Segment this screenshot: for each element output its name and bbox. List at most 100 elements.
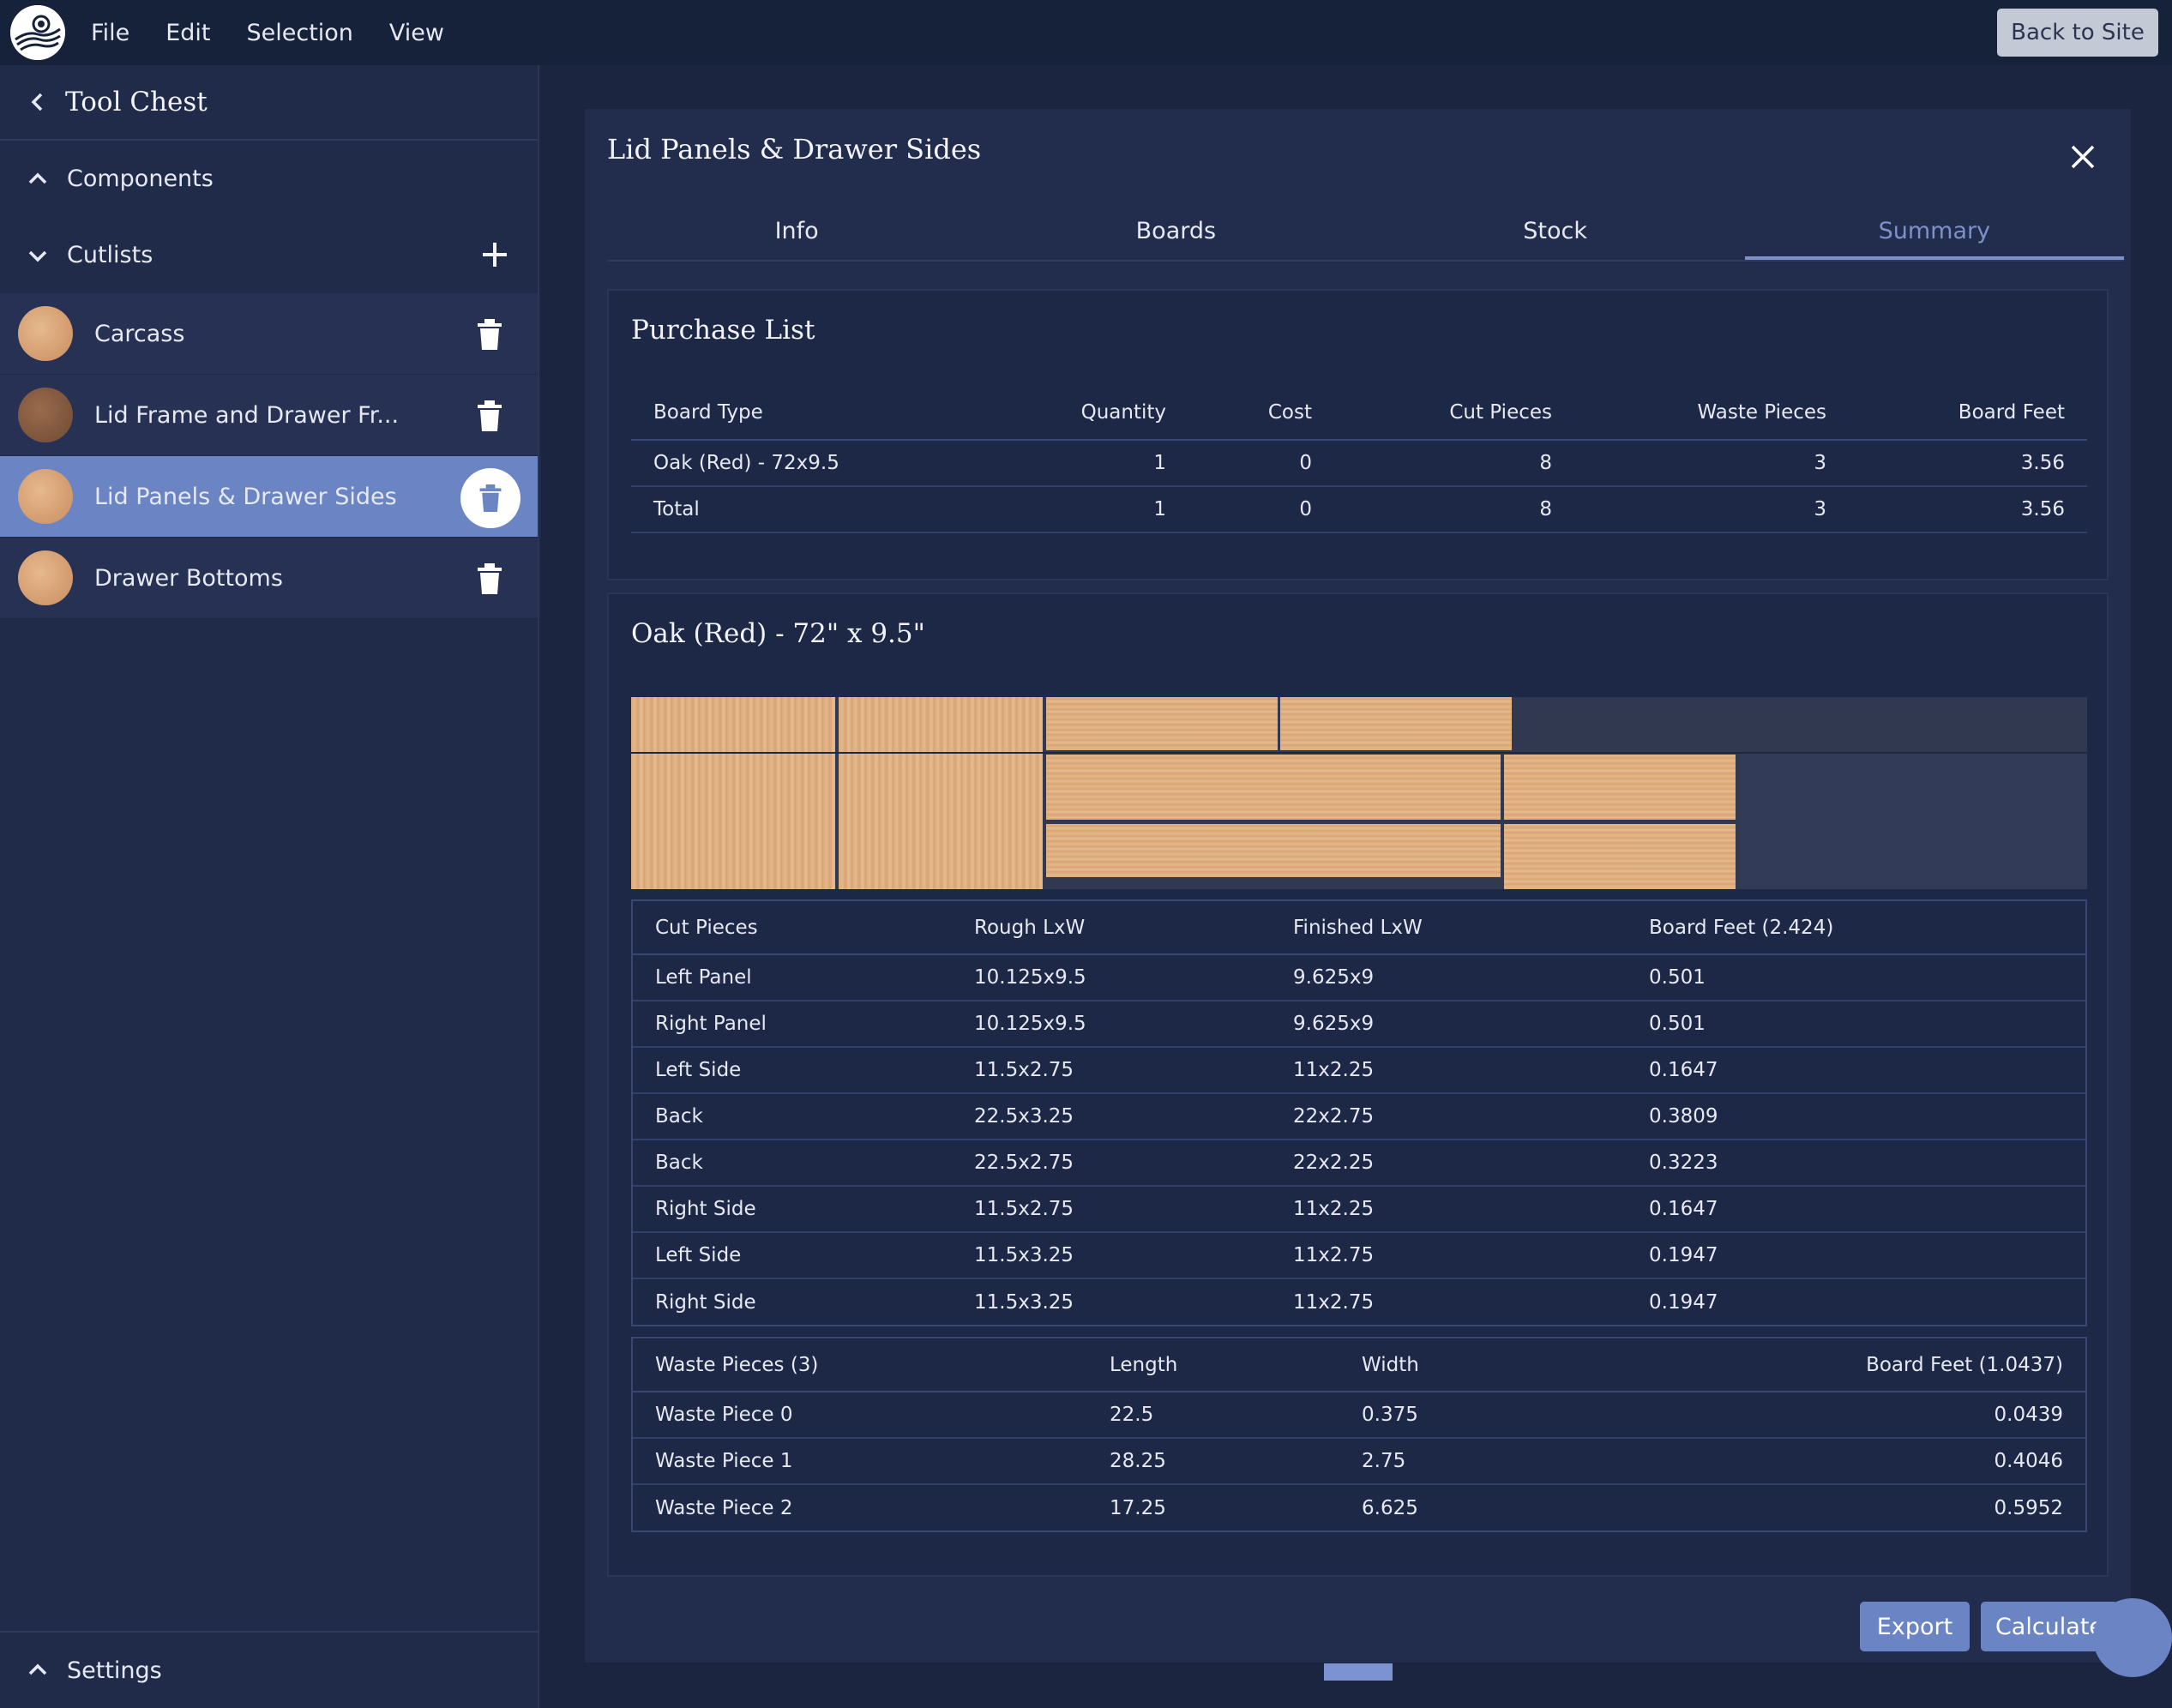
cell: 22.5x2.75	[952, 1140, 1271, 1187]
app-logo-icon[interactable]	[10, 5, 65, 60]
cutlist-item-label: Carcass	[94, 320, 185, 347]
cut-piece	[1280, 697, 1512, 750]
cell: 3	[1574, 486, 1849, 533]
table-row: Oak (Red) - 72x9.5 1 0 8 3 3.56	[631, 440, 2087, 487]
back-to-site-button[interactable]: Back to Site	[1997, 9, 2158, 57]
dialog-tabs: Info Boards Stock Summary	[607, 203, 2124, 262]
cell: 0.1947	[1649, 1290, 1718, 1314]
tab-boards[interactable]: Boards	[986, 203, 1365, 260]
cell: Waste Piece 1	[633, 1438, 1087, 1485]
cutlist-item-carcass[interactable]: Carcass	[0, 293, 538, 375]
sidebar: Tool Chest Components Cutlists Carcass L…	[0, 65, 539, 1708]
wood-swatch	[18, 388, 73, 442]
close-icon[interactable]	[2067, 141, 2098, 172]
cell: 0.3223	[1627, 1140, 2085, 1187]
cell: Right Panel	[633, 1001, 952, 1048]
tab-info[interactable]: Info	[607, 203, 986, 260]
cell: 0	[1188, 486, 1334, 533]
cell: 2.75	[1339, 1438, 1597, 1485]
trash-icon[interactable]	[474, 399, 505, 433]
purchase-table: Board Type Quantity Cost Cut Pieces Wast…	[631, 385, 2087, 533]
chevron-left-icon[interactable]	[26, 90, 50, 114]
column-header: Waste Pieces	[1574, 385, 1849, 441]
cell: 10.125x9.5	[952, 954, 1271, 1001]
chevron-up-icon	[28, 172, 47, 183]
cut-piece-left-panel	[631, 697, 835, 889]
trash-icon[interactable]	[474, 562, 505, 596]
cell: Back	[633, 1093, 952, 1140]
cell: 11x2.25	[1271, 1047, 1627, 1094]
delete-button[interactable]	[460, 468, 520, 528]
column-header: Cost	[1188, 385, 1334, 441]
table-row: Back 22.5x3.25 22x2.75 0.3809	[633, 1093, 2085, 1140]
purchase-list-card: Purchase List Board Type Quantity Cost C…	[607, 289, 2109, 580]
cell: 0.375	[1339, 1392, 1597, 1439]
cutlist-item-lid-frame[interactable]: Lid Frame and Drawer Fr...	[0, 375, 538, 456]
cut-piece	[1046, 697, 1278, 750]
table-row: Right Side 11.5x2.75 11x2.25 0.1647	[633, 1186, 2085, 1233]
menu-selection[interactable]: Selection	[246, 20, 352, 46]
column-header: Cut Pieces	[1334, 385, 1574, 441]
cell: 1	[1043, 440, 1188, 487]
menu-view[interactable]: View	[389, 20, 444, 46]
cell: Waste Piece 2	[655, 1496, 793, 1519]
cell: Left Side	[633, 1232, 952, 1279]
resize-handle[interactable]	[1324, 1663, 1393, 1681]
purchase-list-title: Purchase List	[631, 315, 815, 346]
board-title: Oak (Red) - 72" x 9.5"	[631, 618, 925, 649]
table-row: Left Panel 10.125x9.5 9.625x9 0.501	[633, 954, 2085, 1001]
cutlist-item-lid-panels[interactable]: Lid Panels & Drawer Sides	[0, 456, 538, 538]
table-row: Right Panel 10.125x9.5 9.625x9 0.501	[633, 1001, 2085, 1048]
cell: 3.56	[1849, 486, 2087, 533]
table-row: Left Side 11.5x3.25 11x2.75 0.1947	[633, 1232, 2085, 1279]
cell: 22x2.25	[1271, 1140, 1627, 1187]
chevron-down-icon	[28, 250, 47, 262]
settings-label: Settings	[67, 1657, 162, 1684]
cutlist-item-label: Drawer Bottoms	[94, 564, 283, 592]
trash-icon	[479, 484, 502, 512]
cutlist-item-drawer-bottoms[interactable]: Drawer Bottoms	[0, 538, 538, 619]
cell: 11x2.75	[1271, 1232, 1627, 1279]
settings-section-toggle[interactable]: Settings	[0, 1631, 539, 1708]
table-row: Back 22.5x2.75 22x2.25 0.3223	[633, 1140, 2085, 1187]
table-header-row: Board Type Quantity Cost Cut Pieces Wast…	[631, 385, 2087, 441]
cell: 22.5x3.25	[952, 1093, 1271, 1140]
cell: 0.0439	[1597, 1392, 2085, 1439]
column-header: Width	[1339, 1338, 1597, 1392]
export-button[interactable]: Export	[1860, 1602, 1970, 1651]
cell: 6.625	[1362, 1496, 1418, 1519]
cell: 9.625x9	[1271, 954, 1627, 1001]
menu-file[interactable]: File	[91, 20, 129, 46]
cutlist-item-label: Lid Frame and Drawer Fr...	[94, 401, 400, 429]
cell: 0.1947	[1627, 1232, 2085, 1279]
cell: 28.25	[1087, 1438, 1339, 1485]
cell: 0.5952	[1994, 1496, 2063, 1519]
dialog-title: Lid Panels & Drawer Sides	[607, 133, 982, 165]
add-cutlist-icon[interactable]	[478, 238, 512, 272]
cell: 8	[1334, 440, 1574, 487]
cut-piece	[1504, 755, 1736, 820]
cell: 0.501	[1627, 954, 2085, 1001]
cell: 0.4046	[1597, 1438, 2085, 1485]
cell: 3	[1574, 440, 1849, 487]
cell: 22x2.75	[1271, 1093, 1627, 1140]
cell: 8	[1334, 486, 1574, 533]
wood-swatch	[18, 306, 73, 361]
tab-summary[interactable]: Summary	[1744, 203, 2124, 260]
cell: 11.5x3.25	[952, 1232, 1271, 1279]
floating-action-button[interactable]	[2093, 1598, 2172, 1677]
cell: Back	[633, 1140, 952, 1187]
menu-edit[interactable]: Edit	[165, 20, 210, 46]
wood-swatch	[18, 550, 73, 605]
components-section-toggle[interactable]: Components	[0, 141, 538, 217]
cutlists-section-toggle[interactable]: Cutlists	[0, 217, 538, 293]
trash-icon[interactable]	[474, 317, 505, 352]
cell: 0	[1188, 440, 1334, 487]
table-row: Waste Piece 0 22.5 0.375 0.0439	[633, 1392, 2085, 1439]
column-header: Length	[1087, 1338, 1339, 1392]
cell: 11.5x2.75	[952, 1186, 1271, 1233]
tab-stock[interactable]: Stock	[1366, 203, 1745, 260]
table-row: Waste Piece 2 17.25 6.625 0.5952	[633, 1484, 2085, 1531]
components-label: Components	[67, 165, 214, 192]
cell: 0.501	[1627, 1001, 2085, 1048]
